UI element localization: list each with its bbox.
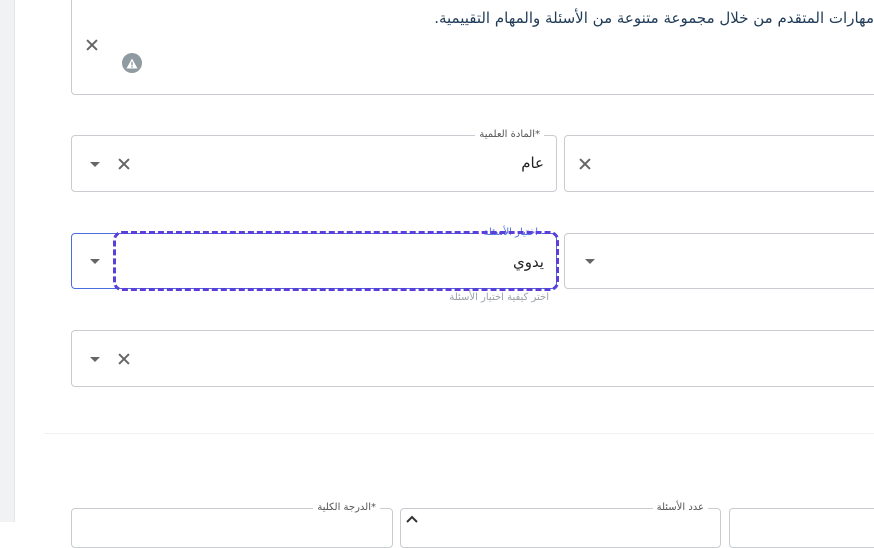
question-selection-helper: اختر كيفية اختيار الأسئلة: [449, 292, 549, 303]
question-count-input[interactable]: عدد الأسئلة: [400, 501, 721, 548]
total-grade-input[interactable]: الدرجة الكلية*: [71, 501, 393, 548]
adjacent-select[interactable]: [564, 135, 874, 192]
bottom-right-input[interactable]: [729, 508, 874, 548]
caret-down-icon[interactable]: [585, 259, 595, 264]
third-select[interactable]: [71, 330, 874, 387]
page-side-strip: [0, 0, 15, 522]
close-icon[interactable]: [85, 38, 99, 52]
caret-down-icon[interactable]: [90, 357, 100, 362]
description-text: مهارات المتقدم من خلال مجموعة متنوعة من …: [434, 9, 874, 27]
close-icon[interactable]: [117, 157, 131, 171]
caret-down-icon[interactable]: [90, 162, 100, 167]
close-icon[interactable]: [117, 352, 131, 366]
warning-triangle-icon: [122, 53, 142, 73]
description-textarea[interactable]: مهارات المتقدم من خلال مجموعة متنوعة من …: [71, 0, 874, 95]
subject-select[interactable]: المادة العلمية* عام: [71, 128, 557, 192]
section-divider: [44, 433, 874, 434]
subject-value: عام: [521, 154, 544, 172]
question-selection-label: اختيار الأسئلة: [479, 226, 542, 240]
adjacent-select-2[interactable]: [564, 233, 874, 289]
subject-label: المادة العلمية*: [475, 128, 544, 142]
total-grade-label: الدرجة الكلية*: [313, 501, 380, 515]
question-selection-value: يدوي: [512, 253, 544, 271]
question-count-label: عدد الأسئلة: [652, 501, 708, 515]
caret-down-icon[interactable]: [90, 259, 100, 264]
question-selection-select[interactable]: اختيار الأسئلة يدوي: [71, 226, 557, 289]
close-icon[interactable]: [578, 157, 592, 171]
